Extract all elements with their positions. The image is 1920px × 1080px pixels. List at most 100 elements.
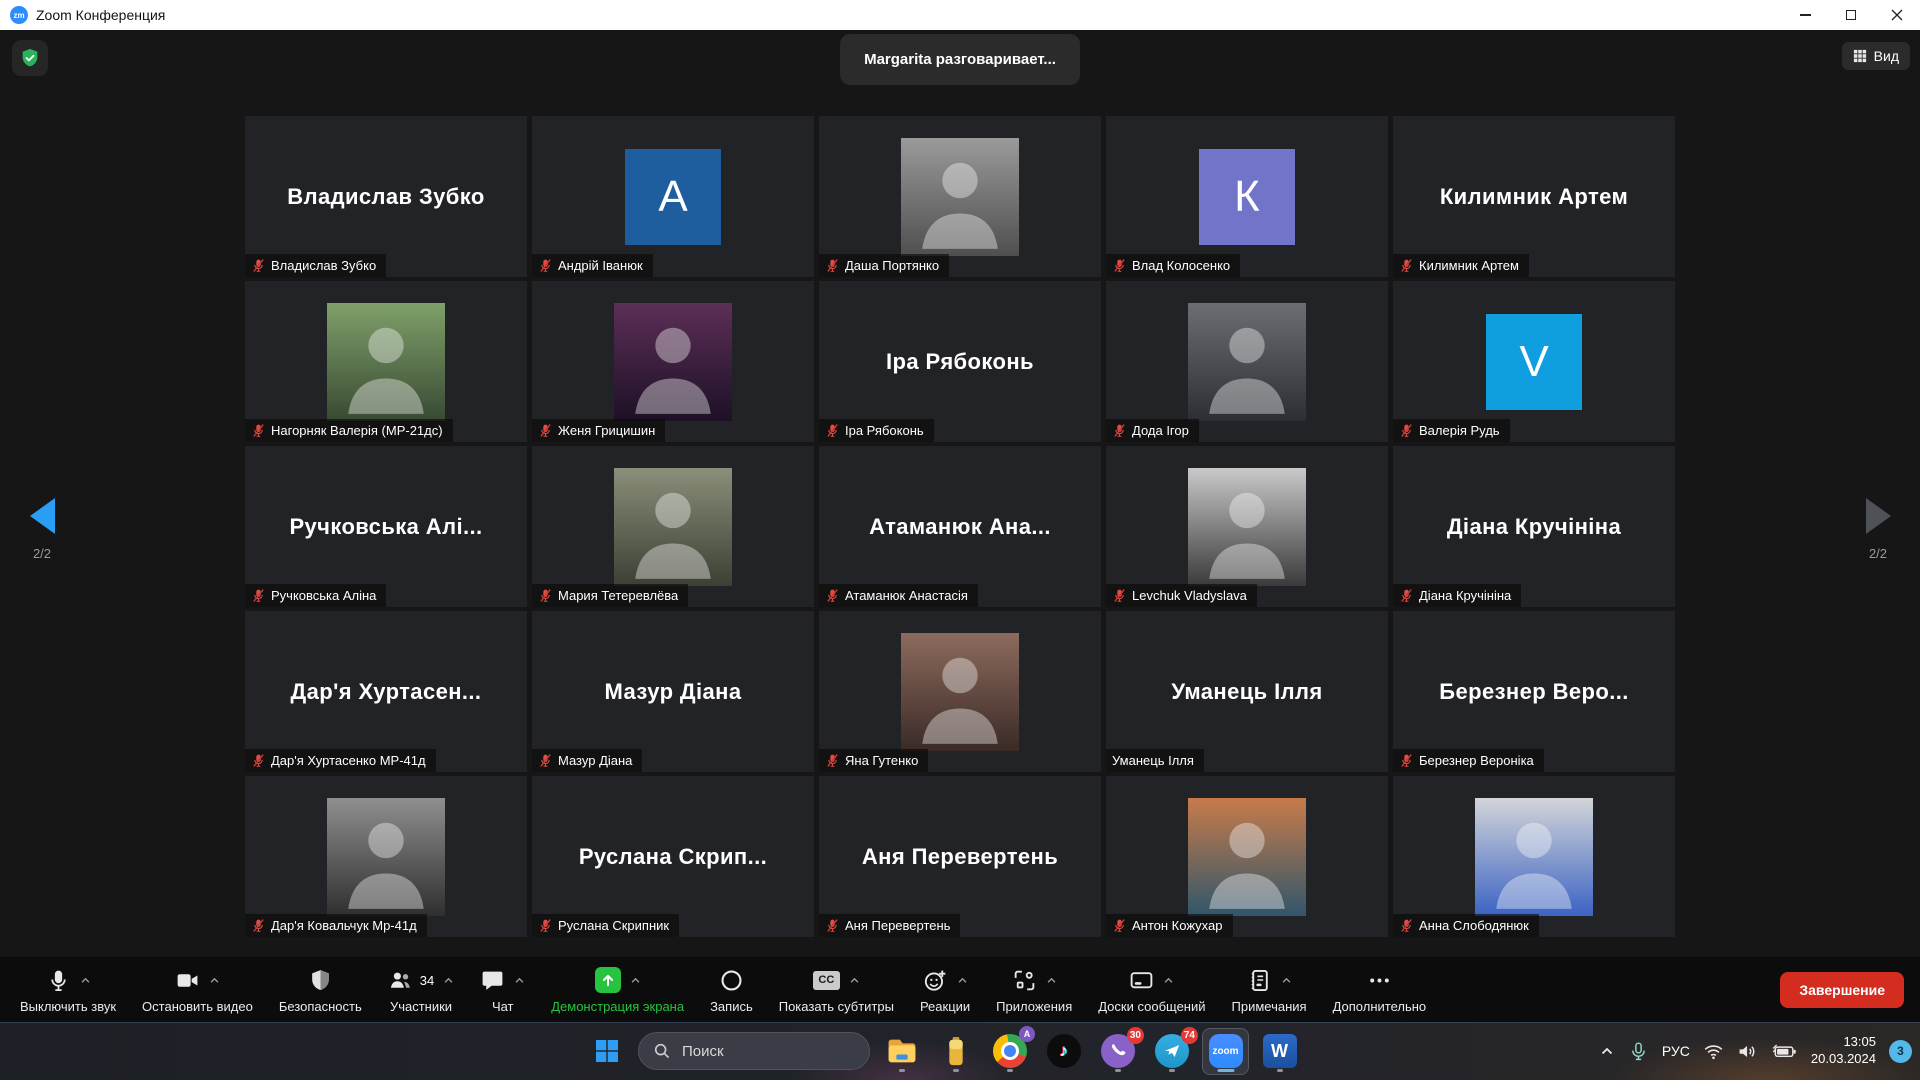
letter-avatar: К: [1199, 149, 1295, 245]
toolbar-notes[interactable]: Примечания: [1226, 965, 1313, 1014]
toolbar-label: Остановить видео: [142, 999, 253, 1014]
toolbar-participants[interactable]: 34 Участники: [382, 965, 460, 1014]
toolbar-share-screen[interactable]: Демонстрация экрана: [545, 965, 690, 1014]
participant-tile[interactable]: Іра РябоконьІра Рябоконь: [819, 281, 1101, 442]
toolbar-record[interactable]: Запись: [704, 965, 759, 1014]
toolbar-captions[interactable]: CC Показать субтитры: [773, 965, 900, 1014]
participant-tile[interactable]: Мазур ДіанаМазур Діана: [532, 611, 814, 772]
participant-tile[interactable]: VВалерія Рудь: [1393, 281, 1675, 442]
profile-photo: [327, 303, 445, 421]
taskbar-search-input[interactable]: Поиск: [638, 1032, 870, 1070]
participant-tile[interactable]: Нагорняк Валерія (МР-21дс): [245, 281, 527, 442]
chevron-up-icon[interactable]: [514, 975, 525, 986]
taskbar-app-viber[interactable]: 30: [1095, 1029, 1140, 1074]
toolbar-security[interactable]: Безопасность: [273, 965, 368, 1014]
close-button[interactable]: [1874, 0, 1920, 30]
chevron-up-icon[interactable]: [630, 975, 641, 986]
tray-chevron-up-icon[interactable]: [1599, 1043, 1615, 1059]
tray-microphone-icon[interactable]: [1628, 1041, 1649, 1062]
participant-tile[interactable]: Антон Кожухар: [1106, 776, 1388, 937]
notification-count-badge[interactable]: 3: [1889, 1040, 1912, 1063]
chevron-up-icon[interactable]: [80, 975, 91, 986]
participant-tile[interactable]: Владислав ЗубкоВладислав Зубко: [245, 116, 527, 277]
taskbar-app-word[interactable]: W: [1257, 1029, 1302, 1074]
participant-tile[interactable]: Ручковська Алі...Ручковська Аліна: [245, 446, 527, 607]
taskbar-app-telegram[interactable]: 74: [1149, 1029, 1194, 1074]
participant-tile[interactable]: Аня ПеревертеньАня Перевертень: [819, 776, 1101, 937]
wifi-icon[interactable]: [1703, 1041, 1724, 1062]
toolbar-chat[interactable]: Чат: [474, 965, 531, 1014]
more-dots-icon: [1367, 968, 1392, 993]
tray-time: 13:05: [1811, 1034, 1876, 1051]
battery-charging-icon[interactable]: [1771, 1041, 1798, 1062]
participant-tile[interactable]: Атаманюк Ана...Атаманюк Анастасія: [819, 446, 1101, 607]
toolbar-whiteboards[interactable]: Доски сообщений: [1092, 965, 1211, 1014]
minimize-button[interactable]: [1782, 0, 1828, 30]
participant-name-label: Ручковська Аліна: [271, 588, 376, 603]
participant-tile[interactable]: Уманець ІлляУманець Ілля: [1106, 611, 1388, 772]
system-tray: РУС 13:05 20.03.2024 3: [1599, 1022, 1912, 1080]
chevron-up-icon[interactable]: [1163, 975, 1174, 986]
participant-name-label: Аня Перевертень: [845, 918, 950, 933]
person-silhouette-icon: [1188, 798, 1306, 916]
profile-photo: [1475, 798, 1593, 916]
start-button[interactable]: [585, 1029, 629, 1073]
speaker-icon[interactable]: [1737, 1041, 1758, 1062]
toolbar-more[interactable]: Дополнительно: [1327, 965, 1433, 1014]
profile-photo: [614, 468, 732, 586]
participant-tile[interactable]: Дода Ігор: [1106, 281, 1388, 442]
previous-page-nav: 2/2: [12, 498, 72, 561]
viber-unread-badge: 30: [1127, 1027, 1144, 1044]
taskbar-app-tiktok[interactable]: ♪: [1041, 1029, 1086, 1074]
participant-tile[interactable]: Анна Слободянюк: [1393, 776, 1675, 937]
clock[interactable]: 13:05 20.03.2024: [1811, 1034, 1876, 1068]
muted-mic-icon: [251, 588, 266, 603]
participant-tile[interactable]: Руслана Скрип...Руслана Скрипник: [532, 776, 814, 937]
participant-tile[interactable]: Даша Портянко: [819, 116, 1101, 277]
toolbar-stop-video[interactable]: Остановить видео: [136, 965, 259, 1014]
chevron-up-icon[interactable]: [1281, 975, 1292, 986]
chevron-up-icon[interactable]: [443, 975, 454, 986]
participant-tile[interactable]: Діана КручінінаДіана Кручініна: [1393, 446, 1675, 607]
profile-photo: [901, 138, 1019, 256]
muted-mic-icon: [1399, 258, 1414, 273]
person-silhouette-icon: [901, 633, 1019, 751]
participant-tile[interactable]: Женя Грицишин: [532, 281, 814, 442]
toolbar-apps[interactable]: Приложения: [990, 965, 1078, 1014]
chevron-up-icon[interactable]: [1046, 975, 1057, 986]
taskbar-app-aimp[interactable]: [933, 1029, 978, 1074]
window-titlebar: zm Zoom Конференция: [0, 0, 1920, 30]
participant-tile[interactable]: Мария Тетеревлёва: [532, 446, 814, 607]
next-page-arrow-icon[interactable]: [1866, 498, 1891, 534]
running-indicator: [1115, 1069, 1121, 1072]
participant-tile[interactable]: ААндрій Іванюк: [532, 116, 814, 277]
participant-tile[interactable]: Дар'я Хуртасен...Дар'я Хуртасенко МР-41д: [245, 611, 527, 772]
view-button[interactable]: Вид: [1842, 42, 1910, 70]
end-meeting-button[interactable]: Завершение: [1780, 972, 1904, 1008]
chrome-profile-badge: A: [1019, 1026, 1035, 1042]
chevron-up-icon[interactable]: [209, 975, 220, 986]
windows-taskbar: Поиск A ♪ 30 74: [0, 1022, 1920, 1080]
participant-tile[interactable]: Яна Гутенко: [819, 611, 1101, 772]
taskbar-app-zoom[interactable]: zoom: [1203, 1029, 1248, 1074]
taskbar-app-chrome[interactable]: A: [987, 1029, 1032, 1074]
muted-mic-icon: [251, 423, 266, 438]
taskbar-app-explorer[interactable]: [879, 1029, 924, 1074]
participant-tile[interactable]: Levchuk Vladyslava: [1106, 446, 1388, 607]
participant-tile[interactable]: КВлад Колосенко: [1106, 116, 1388, 277]
chevron-up-icon[interactable]: [849, 975, 860, 986]
maximize-button[interactable]: [1828, 0, 1874, 30]
taskbar-center: Поиск A ♪ 30 74: [585, 1022, 1302, 1080]
participant-tile[interactable]: Березнер Веро...Березнер Вероніка: [1393, 611, 1675, 772]
participant-tile[interactable]: Килимник АртемКилимник Артем: [1393, 116, 1675, 277]
security-shield-button[interactable]: [12, 40, 48, 76]
chevron-up-icon[interactable]: [957, 975, 968, 986]
participant-tile[interactable]: Дар'я Ковальчук Мр-41д: [245, 776, 527, 937]
toolbar-reactions[interactable]: Реакции: [914, 965, 976, 1014]
language-indicator[interactable]: РУС: [1662, 1043, 1690, 1059]
gallery-grid-icon: [1853, 49, 1867, 63]
participant-grid: Владислав ЗубкоВладислав ЗубкоААндрій Ів…: [245, 116, 1675, 937]
previous-page-arrow-icon[interactable]: [30, 498, 55, 534]
toolbar-mute-audio[interactable]: Выключить звук: [14, 965, 122, 1014]
toolbar-label: Выключить звук: [20, 999, 116, 1014]
